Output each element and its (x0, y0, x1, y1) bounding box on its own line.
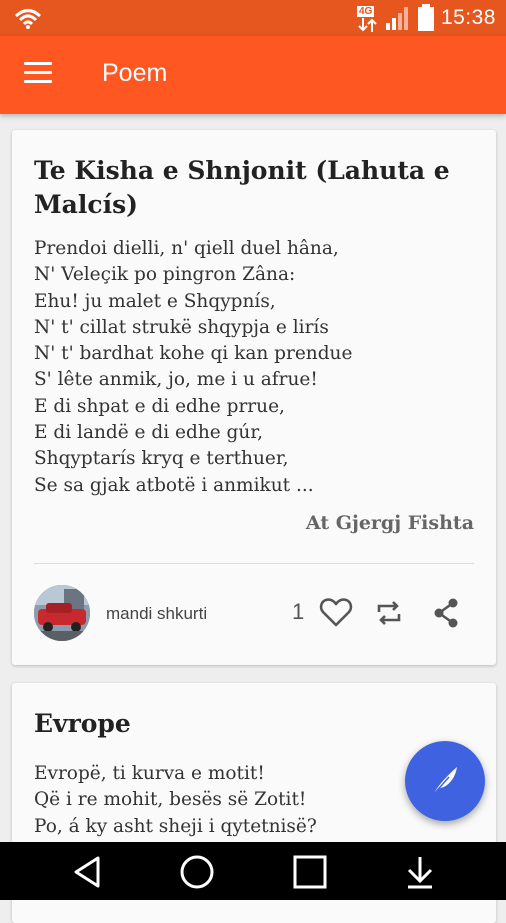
poem-title: Te Kisha e Shnjonit (Lahuta e Malcís) (34, 156, 450, 219)
author-username[interactable]: mandi shkurti (106, 604, 207, 624)
divider (34, 563, 474, 564)
poem-line: E di landë e di edhe gúr, (34, 422, 264, 444)
share-icon[interactable] (432, 597, 460, 629)
poem-line: Po, á ky asht sheji i qytetnisë? (34, 815, 317, 837)
app-bar: Poem (0, 36, 506, 114)
data-arrows-icon (358, 18, 377, 32)
download-icon[interactable] (402, 854, 438, 890)
clock: 15:38 (440, 6, 496, 29)
feather-icon (432, 767, 457, 796)
wifi-icon (14, 9, 42, 29)
navigation-bar (0, 842, 506, 900)
compose-button[interactable] (405, 741, 485, 821)
poem-body: Prendoi dielli, n' qiell duel hâna, N' V… (34, 236, 352, 499)
avatar[interactable] (34, 585, 90, 641)
poem-author: At Gjergj Fishta (305, 512, 474, 534)
network-indicator: 4G (356, 3, 379, 33)
poem-line: Ehu! ju malet e Shqypnís, (34, 290, 276, 312)
recents-icon[interactable] (292, 854, 328, 890)
like-count: 1 (292, 599, 305, 624)
poem-card[interactable]: Te Kisha e Shnjonit (Lahuta e Malcís) Pr… (12, 130, 496, 665)
poem-line: N' t' bardhat kohe qi kan prendue (34, 343, 353, 365)
poem-line: Shqyptarís kryq e terthuer, (34, 448, 289, 470)
avatar-photo (34, 585, 90, 641)
back-icon[interactable] (70, 854, 106, 890)
poem-line: S' lête anmik, jo, me i u afrue! (34, 369, 318, 391)
network-type-label: 4G (356, 6, 375, 17)
poem-line: Se sa gjak atbotë i anmikut ... (34, 474, 314, 496)
poem-line: Që i re mohit, besës së Zotit! (34, 789, 307, 811)
poem-line: Prendoi dielli, n' qiell duel hâna, (34, 238, 339, 259)
menu-icon[interactable] (24, 62, 54, 86)
poem-body: Evropë, ti kurva e motit! Që i re mohit,… (34, 761, 317, 840)
battery-icon (417, 4, 434, 31)
signal-icon (385, 7, 408, 30)
poem-line: E di shpat e di edhe prrue, (34, 395, 285, 417)
home-icon[interactable] (179, 854, 215, 890)
poem-title: Evrope (34, 709, 131, 738)
poem-line: Evropë, ti kurva e motit! (34, 763, 265, 784)
poem-line: N' Veleçik po pingron Zâna: (34, 264, 296, 286)
heart-icon[interactable] (319, 596, 353, 628)
status-bar: 4G 15:38 (0, 0, 506, 36)
page-title: Poem (102, 59, 168, 87)
poem-footer: mandi shkurti 1 (12, 585, 496, 645)
repost-icon[interactable] (374, 599, 404, 627)
poem-line: N' t' cillat strukë shqypja e lirís (34, 316, 329, 338)
